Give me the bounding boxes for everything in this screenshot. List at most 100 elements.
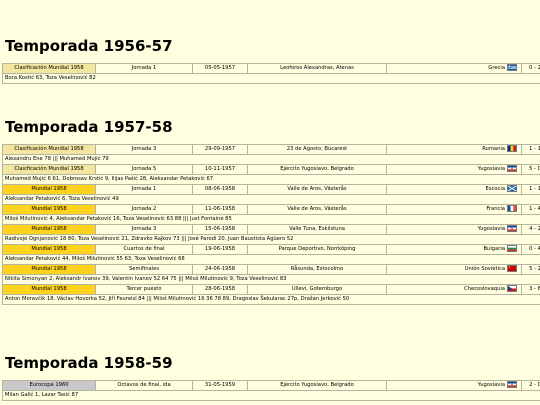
- greece-flag-icon: [505, 64, 519, 71]
- venue-cell: Valle de Aros, Västerås: [247, 204, 387, 215]
- competition-cell: Mundial 1958: [2, 284, 96, 295]
- home-team-cell: Escocia: [386, 184, 522, 195]
- competition-cell: Mundial 1958: [2, 204, 96, 215]
- score-cell: 2 - 0: [521, 380, 540, 391]
- match-row: Mundial 1958 Jornada 3 15-06-1958 Valle Tun…: [2, 224, 540, 235]
- scorers-cell: Milan Galić 1, Lazar Tasić 87: [2, 390, 540, 401]
- scotland-flag-icon: [505, 185, 519, 192]
- romania-flag-icon: [505, 145, 519, 152]
- date-cell: 29-09-1957: [192, 144, 248, 155]
- venue-cell: 23 de Agosto, Bucarest: [247, 144, 387, 155]
- yugoslavia-flag-icon: [505, 381, 519, 388]
- venue-cell: Leoforos Alexandras, Atenas: [247, 63, 387, 74]
- match-row: Mundial 1958 Cuartos de final 19-06-1958 Pa…: [2, 244, 540, 255]
- venue-cell: Råsunda, Estocolmo: [247, 264, 387, 275]
- score-cell: 0 - 4: [521, 244, 540, 255]
- scorers-cell: Alexandru Ene 78 ||| Muhamed Mujić 79: [2, 154, 540, 165]
- round-cell: Jornada 3: [95, 224, 193, 235]
- score-cell: 5 - 0: [521, 164, 540, 175]
- competition-cell: Clasificación Mundial 1958: [2, 144, 96, 155]
- competition-cell: Clasificación Mundial 1958: [2, 164, 96, 175]
- round-cell: Jornada 3: [95, 144, 193, 155]
- season-title: Temporada 1958-59: [5, 354, 173, 372]
- home-team-name: Yugoslavia: [477, 382, 505, 388]
- scorers-row: Milan Galić 1, Lazar Tasić 87: [2, 390, 540, 401]
- scorers-cell: Miloš Milutinović 4, Aleksandar Petakovi…: [2, 214, 540, 225]
- date-cell: 10-11-1957: [192, 164, 248, 175]
- score-cell: 0 - 2: [521, 63, 540, 74]
- home-team-name: Yugoslavia: [477, 226, 505, 232]
- home-team-name: Escocia: [485, 186, 505, 192]
- date-cell: 24-06-1958: [192, 264, 248, 275]
- scorers-cell: Anton Moravčík 18, Václav Hovorka 52, Ji…: [2, 294, 540, 305]
- competition-cell: Mundial 1958: [2, 244, 96, 255]
- scorers-row: Nikita Simonyan 2, Aleksandr Ivanov 39, …: [2, 274, 540, 285]
- score-cell: 1 - 1: [521, 144, 540, 155]
- season-1957-58-table: Clasificación Mundial 1958 Jornada 3 29-09…: [2, 144, 540, 305]
- round-cell: Jornada 2: [95, 204, 193, 215]
- competition-cell: Clasificación Mundial 1958: [2, 63, 96, 74]
- match-row: Mundial 1958 Tercer puesto 28-06-1958 Ullev…: [2, 284, 540, 295]
- scorers-cell: Radivoje Ognjanović 18 80, Toza Veselino…: [2, 234, 540, 245]
- venue-cell: Ejército Yugoslavo, Belgrado: [247, 380, 387, 391]
- date-cell: 15-06-1958: [192, 224, 248, 235]
- match-row: Eurocopa 1960 Octavos de final, ida 31-05-…: [2, 380, 540, 391]
- scorers-row: Aleksandar Petaković 44, Miloš Milutinov…: [2, 254, 540, 265]
- date-cell: 11-06-1958: [192, 204, 248, 215]
- round-cell: Jornada 5: [95, 164, 193, 175]
- season-1956-57-table: Clasificación Mundial 1958 Jornada 1 05-05…: [2, 63, 540, 84]
- round-cell: Tercer puesto: [95, 284, 193, 295]
- scorers-row: Anton Moravčík 18, Václav Hovorka 52, Ji…: [2, 294, 540, 305]
- venue-cell: Valle de Aros, Västerås: [247, 184, 387, 195]
- scorers-cell: Bora Kostić 63, Toza Veselinović 82: [2, 73, 540, 84]
- competition-cell: Mundial 1958: [2, 224, 96, 235]
- score-cell: 5 - 2: [521, 264, 540, 275]
- score-cell: 1 - 1: [521, 184, 540, 195]
- home-team-name: Francia: [486, 206, 505, 212]
- home-team-cell: Grecia: [386, 63, 522, 74]
- bulgaria-flag-icon: [505, 245, 519, 252]
- scorers-row: Radivoje Ognjanović 18 80, Toza Veselino…: [2, 234, 540, 245]
- home-team-cell: Bulgaria: [386, 244, 522, 255]
- home-team-name: Bulgaria: [483, 246, 505, 252]
- score-cell: 1 - 4: [521, 204, 540, 215]
- czechoslovakia-flag-icon: [505, 285, 519, 292]
- competition-cell: Mundial 1958: [2, 264, 96, 275]
- venue-cell: Valle Tuna, Eskilstuna: [247, 224, 387, 235]
- scorers-row: Bora Kostić 63, Toza Veselinović 82: [2, 73, 540, 84]
- scorers-row: Muhamed Mujić 6 61, Dobrosav Krstić 9, I…: [2, 174, 540, 185]
- home-team-cell: Yugoslavia: [386, 224, 522, 235]
- page: Temporada 1956-57 Clasificación Mundial …: [0, 0, 540, 405]
- home-team-name: Rumania: [482, 146, 505, 152]
- season-1958-59-table: Eurocopa 1960 Octavos de final, ida 31-05-…: [2, 380, 540, 401]
- yugoslavia-flag-icon: [505, 165, 519, 172]
- date-cell: 19-06-1958: [192, 244, 248, 255]
- score-cell: 3 - 6: [521, 284, 540, 295]
- match-row: Clasificación Mundial 1958 Jornada 5 10-11…: [2, 164, 540, 175]
- season-title: Temporada 1956-57: [5, 37, 173, 55]
- home-team-name: Yugoslavia: [477, 166, 505, 172]
- date-cell: 28-06-1958: [192, 284, 248, 295]
- match-row: Mundial 1958 Jornada 2 11-06-1958 Valle de …: [2, 204, 540, 215]
- venue-cell: Ullevi, Gotemburgo: [247, 284, 387, 295]
- scorers-cell: Aleksandar Petaković 44, Miloš Milutinov…: [2, 254, 540, 265]
- home-team-cell: Checoslovaquia: [386, 284, 522, 295]
- match-row: Clasificación Mundial 1958 Jornada 3 29-09…: [2, 144, 540, 155]
- match-row: Mundial 1958 Jornada 1 08-06-1958 Valle de …: [2, 184, 540, 195]
- competition-cell: Eurocopa 1960: [2, 380, 96, 391]
- scorers-cell: Aleksandar Petaković 6, Toza Veselinović…: [2, 194, 540, 205]
- competition-cell: Mundial 1958: [2, 184, 96, 195]
- date-cell: 05-05-1957: [192, 63, 248, 74]
- scorers-row: Aleksandar Petaković 6, Toza Veselinović…: [2, 194, 540, 205]
- home-team-cell: Yugoslavia: [386, 164, 522, 175]
- round-cell: Octavos de final, ida: [95, 380, 193, 391]
- home-team-cell: Yugoslavia: [386, 380, 522, 391]
- home-team-name: Unión Soviética: [464, 266, 505, 272]
- date-cell: 08-06-1958: [192, 184, 248, 195]
- round-cell: Jornada 1: [95, 184, 193, 195]
- home-team-cell: Rumania: [386, 144, 522, 155]
- scorers-cell: Muhamed Mujić 6 61, Dobrosav Krstić 9, I…: [2, 174, 540, 185]
- home-team-cell: Unión Soviética: [386, 264, 522, 275]
- france-flag-icon: [505, 205, 519, 212]
- yugoslavia-flag-icon: [505, 225, 519, 232]
